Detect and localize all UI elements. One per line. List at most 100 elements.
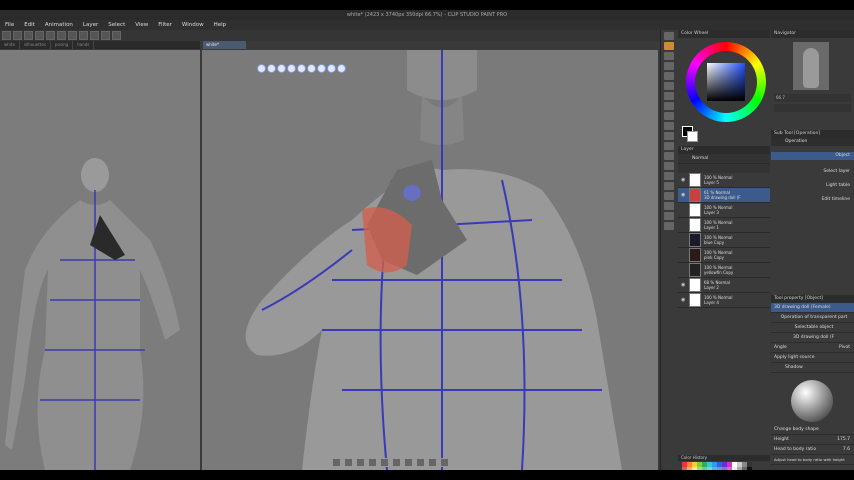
selection-tool-icon[interactable] <box>664 62 674 70</box>
rotate-z-icon[interactable] <box>327 64 336 73</box>
tab-silhouettes[interactable]: silhouettes <box>20 41 51 49</box>
deselect-icon[interactable] <box>79 31 88 40</box>
light-direction-sphere[interactable] <box>791 380 833 422</box>
subtool-group[interactable]: Operation <box>771 138 854 146</box>
head-ratio-value[interactable]: 7.6 <box>843 445 850 454</box>
layer-row[interactable]: ◉ 61 % Normal 3D drawing doll (F <box>678 188 770 203</box>
snap-ruler-icon[interactable] <box>101 31 110 40</box>
invert-selection-icon[interactable] <box>90 31 99 40</box>
menu-edit[interactable]: Edit <box>19 20 40 30</box>
rotate-x-icon[interactable] <box>307 64 316 73</box>
subtool-edit-timeline[interactable]: Edit timeline <box>771 196 854 204</box>
eye-icon[interactable] <box>681 267 687 273</box>
decoration-tool-icon[interactable] <box>664 122 674 130</box>
layer-row[interactable]: 100 % Normal Layer 1 <box>678 218 770 233</box>
eye-icon[interactable] <box>681 207 687 213</box>
sub-color-swatch[interactable] <box>687 131 698 142</box>
pen-tool-icon[interactable] <box>664 82 674 90</box>
tab-hands[interactable]: hands <box>73 41 95 49</box>
rotate-icon[interactable] <box>297 64 306 73</box>
main-canvas[interactable] <box>202 50 658 470</box>
camera-rotate-icon[interactable] <box>257 64 266 73</box>
subtool-select-layer[interactable]: Select layer <box>771 168 854 176</box>
eyedropper-tool-icon[interactable] <box>664 72 674 80</box>
flip-icon[interactable] <box>404 458 413 467</box>
height-value[interactable]: 175.7 <box>837 435 850 444</box>
adjust-ratio-checkbox[interactable]: Adjust head to body ratio with height <box>771 455 854 465</box>
redo-icon[interactable] <box>46 31 55 40</box>
text-tool-icon[interactable] <box>664 202 674 210</box>
shadow-checkbox[interactable]: Shadow <box>771 363 854 373</box>
gradient-tool-icon[interactable] <box>664 162 674 170</box>
move-icon[interactable] <box>287 64 296 73</box>
clear-icon[interactable] <box>57 31 66 40</box>
transform-icon[interactable] <box>68 31 77 40</box>
operation-tool-icon[interactable] <box>664 42 674 50</box>
layer-row[interactable]: 100 % Normal pink Copy <box>678 248 770 263</box>
angle-select[interactable]: Pivot <box>839 343 850 352</box>
menu-view[interactable]: View <box>130 20 153 30</box>
camera-zoom-icon[interactable] <box>277 64 286 73</box>
prev-icon[interactable] <box>332 458 341 467</box>
rotate-y-icon[interactable] <box>317 64 326 73</box>
layer-row[interactable]: 100 % Normal yellowfin Copy <box>678 263 770 278</box>
menu-select[interactable]: Select <box>103 20 130 30</box>
camera-icon[interactable] <box>368 458 377 467</box>
eye-icon[interactable]: ◉ <box>681 192 687 198</box>
open-icon[interactable] <box>13 31 22 40</box>
saturation-value-square[interactable] <box>707 63 745 101</box>
eye-icon[interactable]: ◉ <box>681 177 687 183</box>
zoom-slider[interactable]: 66.7 <box>774 94 851 102</box>
menu-window[interactable]: Window <box>177 20 209 30</box>
menu-filter[interactable]: Filter <box>153 20 177 30</box>
pose-icon[interactable] <box>356 458 365 467</box>
fill-tool-icon[interactable] <box>664 152 674 160</box>
balloon-tool-icon[interactable] <box>664 212 674 220</box>
eye-icon[interactable] <box>681 222 687 228</box>
next-icon[interactable] <box>344 458 353 467</box>
brush-tool-icon[interactable] <box>664 102 674 110</box>
reset-pose-icon[interactable] <box>392 458 401 467</box>
reference-canvas[interactable] <box>0 50 200 470</box>
layer-row[interactable]: ◉ 100 % Normal Layer 5 <box>678 173 770 188</box>
menu-help[interactable]: Help <box>209 20 232 30</box>
pencil-tool-icon[interactable] <box>664 92 674 100</box>
layer-row[interactable]: 100 % Normal blue Copy <box>678 233 770 248</box>
selectable-object-button[interactable]: Selectable object <box>771 323 854 333</box>
register-icon[interactable] <box>416 458 425 467</box>
select-part-icon[interactable] <box>380 458 389 467</box>
menu-animation[interactable]: Animation <box>40 20 78 30</box>
layer-row[interactable]: 100 % Normal Layer 3 <box>678 203 770 218</box>
transparent-part-button[interactable]: Operation of transparent part <box>771 313 854 323</box>
eye-icon[interactable]: ◉ <box>681 297 687 303</box>
snap-grid-icon[interactable] <box>112 31 121 40</box>
menu-file[interactable]: File <box>0 20 19 30</box>
airbrush-tool-icon[interactable] <box>664 112 674 120</box>
lock-icon[interactable] <box>428 458 437 467</box>
subtool-light-table[interactable]: Light table <box>771 182 854 190</box>
ruler-tool-icon[interactable] <box>664 192 674 200</box>
tab-white-active[interactable]: white* <box>203 41 246 49</box>
tab-posing[interactable]: posing <box>51 41 74 49</box>
undo-icon[interactable] <box>35 31 44 40</box>
blend-mode-select[interactable]: Normal <box>678 154 770 163</box>
eye-icon[interactable]: ◉ <box>681 282 687 288</box>
rotate-slider[interactable] <box>774 104 851 112</box>
camera-pan-icon[interactable] <box>267 64 276 73</box>
hue-ring[interactable] <box>686 42 766 122</box>
frame-tool-icon[interactable] <box>664 182 674 190</box>
save-icon[interactable] <box>24 31 33 40</box>
figure-tool-icon[interactable] <box>664 172 674 180</box>
tab-white[interactable]: white <box>0 41 20 49</box>
move-layer-tool-icon[interactable] <box>664 52 674 60</box>
menu-layer[interactable]: Layer <box>78 20 103 30</box>
snap-icon[interactable] <box>337 64 346 73</box>
blend-tool-icon[interactable] <box>664 142 674 150</box>
subtool-object[interactable]: Object <box>771 152 854 160</box>
layer-row[interactable]: ◉ 100 % Normal Layer 4 <box>678 293 770 308</box>
settings-icon[interactable] <box>440 458 449 467</box>
eraser-tool-icon[interactable] <box>664 132 674 140</box>
object-list-item[interactable]: 3D drawing doll (F <box>771 333 854 343</box>
correct-line-tool-icon[interactable] <box>664 222 674 230</box>
light-source-checkbox[interactable]: Apply light source <box>771 353 854 363</box>
